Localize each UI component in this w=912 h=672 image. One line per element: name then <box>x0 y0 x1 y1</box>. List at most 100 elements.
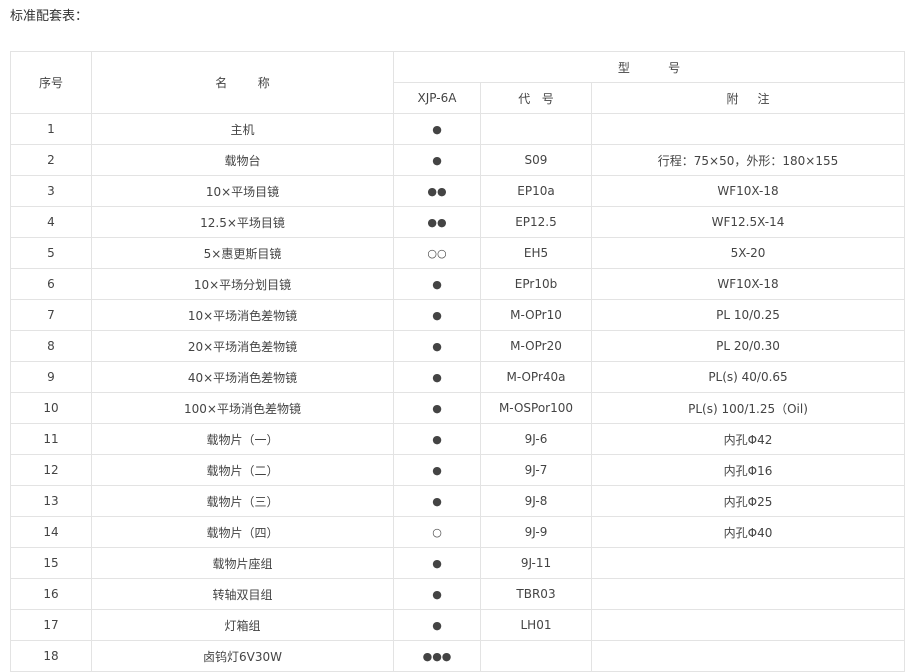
cell-code: LH01 <box>480 609 592 641</box>
cell-name: 灯箱组 <box>91 609 394 641</box>
cell-code: M-OPr10 <box>480 299 592 331</box>
cell-seq: 12 <box>10 454 92 486</box>
cell-code: EP10a <box>480 175 592 207</box>
cell-mark: ●●● <box>393 640 481 672</box>
cell-name: 主机 <box>91 113 394 145</box>
cell-mark: ● <box>393 423 481 455</box>
cell-seq: 17 <box>10 609 92 641</box>
cell-code: 9J-8 <box>480 485 592 517</box>
cell-seq: 1 <box>10 113 92 145</box>
cell-name: 载物片座组 <box>91 547 394 579</box>
cell-name: 10×平场分划目镜 <box>91 268 394 300</box>
cell-note <box>590 640 906 672</box>
table-row: 18 卤钨灯6V30W ●●● <box>10 640 906 672</box>
cell-code: 9J-9 <box>480 516 592 548</box>
cell-mark: ● <box>393 578 481 610</box>
cell-code: M-OPr20 <box>480 330 592 362</box>
cell-code: M-OSPor100 <box>480 392 592 424</box>
cell-name: 载物片（四） <box>91 516 394 548</box>
cell-code: EP12.5 <box>480 206 592 238</box>
cell-name: 5×惠更斯目镜 <box>91 237 394 269</box>
cell-seq: 16 <box>10 578 92 610</box>
standard-configuration-table: 序号 名 称 型 号 XJP-6A 代 号 附 注 1 主机 ● 2 载物台 ● S09 行程… <box>10 51 906 672</box>
cell-mark: ● <box>393 113 481 145</box>
cell-seq: 10 <box>10 392 92 424</box>
cell-seq: 3 <box>10 175 92 207</box>
cell-name: 载物片（二） <box>91 454 394 486</box>
cell-note <box>590 578 906 610</box>
table-row: 13 载物片（三） ● 9J-8 内孔Φ25 <box>10 485 906 517</box>
cell-code: TBR03 <box>480 578 592 610</box>
cell-name: 载物片（一） <box>91 423 394 455</box>
cell-seq: 4 <box>10 206 92 238</box>
cell-note: 内孔Φ42 <box>590 423 906 455</box>
cell-code: M-OPr40a <box>480 361 592 393</box>
cell-code: 9J-6 <box>480 423 592 455</box>
table-row: 6 10×平场分划目镜 ● EPr10b WF10X-18 <box>10 268 906 300</box>
table-row: 17 灯箱组 ● LH01 <box>10 609 906 641</box>
cell-seq: 11 <box>10 423 92 455</box>
header-note: 附 注 <box>590 82 906 114</box>
cell-mark: ○ <box>393 516 481 548</box>
header-model-xjp6a: XJP-6A <box>393 82 481 114</box>
cell-name: 10×平场消色差物镜 <box>91 299 394 331</box>
cell-mark: ● <box>393 609 481 641</box>
cell-code <box>480 113 592 145</box>
table-row: 8 20×平场消色差物镜 ● M-OPr20 PL 20/0.30 <box>10 330 906 362</box>
table-row: 14 载物片（四） ○ 9J-9 内孔Φ40 <box>10 516 906 548</box>
cell-note <box>590 609 906 641</box>
table-row: 5 5×惠更斯目镜 ○○ EH5 5X-20 <box>10 237 906 269</box>
table-row: 2 载物台 ● S09 行程：75×50，外形：180×155 <box>10 144 906 176</box>
cell-mark: ● <box>393 144 481 176</box>
cell-note: PL 20/0.30 <box>590 330 906 362</box>
cell-mark: ● <box>393 299 481 331</box>
cell-code: 9J-7 <box>480 454 592 486</box>
cell-mark: ● <box>393 454 481 486</box>
cell-mark: ● <box>393 361 481 393</box>
cell-note: 行程：75×50，外形：180×155 <box>590 144 906 176</box>
cell-name: 100×平场消色差物镜 <box>91 392 394 424</box>
cell-seq: 15 <box>10 547 92 579</box>
cell-note: PL(s) 40/0.65 <box>590 361 906 393</box>
cell-note: PL 10/0.25 <box>590 299 906 331</box>
table-row: 1 主机 ● <box>10 113 906 145</box>
cell-seq: 14 <box>10 516 92 548</box>
cell-note: 内孔Φ40 <box>590 516 906 548</box>
table-row: 9 40×平场消色差物镜 ● M-OPr40a PL(s) 40/0.65 <box>10 361 906 393</box>
header-code: 代 号 <box>480 82 592 114</box>
cell-note: 5X-20 <box>590 237 906 269</box>
header-model-group: 型 号 <box>392 51 906 83</box>
header-name: 名 称 <box>91 51 394 114</box>
cell-mark: ●● <box>393 175 481 207</box>
table-row: 15 载物片座组 ● 9J-11 <box>10 547 906 579</box>
cell-note: PL(s) 100/1.25（Oil) <box>590 392 906 424</box>
cell-name: 12.5×平场目镜 <box>91 206 394 238</box>
table-header-row: 序号 名 称 型 号 <box>10 51 906 114</box>
cell-note: 内孔Φ25 <box>590 485 906 517</box>
cell-note: WF10X-18 <box>590 268 906 300</box>
cell-note <box>590 547 906 579</box>
cell-mark: ●● <box>393 206 481 238</box>
page-heading: 标准配套表： <box>10 9 89 24</box>
cell-seq: 18 <box>10 640 92 672</box>
cell-seq: 5 <box>10 237 92 269</box>
cell-note: WF10X-18 <box>590 175 906 207</box>
cell-seq: 7 <box>10 299 92 331</box>
cell-code: EPr10b <box>480 268 592 300</box>
cell-name: 转轴双目组 <box>91 578 394 610</box>
cell-mark: ● <box>393 485 481 517</box>
cell-mark: ● <box>393 268 481 300</box>
table-row: 12 载物片（二） ● 9J-7 内孔Φ16 <box>10 454 906 486</box>
cell-name: 10×平场目镜 <box>91 175 394 207</box>
cell-name: 卤钨灯6V30W <box>91 640 394 672</box>
table-row: 16 转轴双目组 ● TBR03 <box>10 578 906 610</box>
cell-mark: ○○ <box>393 237 481 269</box>
cell-seq: 2 <box>10 144 92 176</box>
cell-note <box>590 113 906 145</box>
cell-seq: 6 <box>10 268 92 300</box>
cell-note: WF12.5X-14 <box>590 206 906 238</box>
cell-name: 20×平场消色差物镜 <box>91 330 394 362</box>
cell-name: 载物片（三） <box>91 485 394 517</box>
cell-mark: ● <box>393 392 481 424</box>
cell-code <box>480 640 592 672</box>
